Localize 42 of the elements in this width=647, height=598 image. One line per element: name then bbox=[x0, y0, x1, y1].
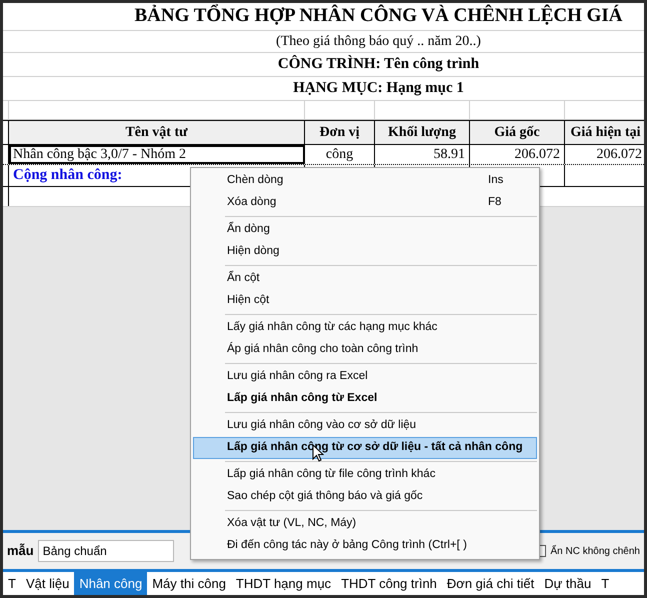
table-cell: công bbox=[305, 145, 375, 164]
column-header: Giá gốc bbox=[470, 120, 565, 144]
menu-item[interactable]: Hiện dòng bbox=[193, 241, 537, 263]
sheet-tab[interactable]: T bbox=[3, 572, 21, 595]
sheet-tab[interactable]: THDT hạng mục bbox=[230, 572, 336, 595]
column-header: Khối lượng bbox=[375, 120, 470, 144]
menu-item[interactable]: Lấp giá nhân công từ file công trình khác bbox=[193, 464, 537, 486]
sheet-tab[interactable]: Dự thầu bbox=[539, 572, 596, 595]
table-cell: 58.91 bbox=[375, 145, 470, 164]
menu-item[interactable]: Lưu giá nhân công vào cơ sở dữ liệu bbox=[193, 415, 537, 437]
table-cell: 206.072 bbox=[565, 145, 644, 164]
menu-item[interactable]: Xóa vật tư (VL, NC, Máy) bbox=[193, 513, 537, 535]
sheet-tab[interactable]: Vật liệu bbox=[20, 572, 74, 595]
menu-item[interactable]: Áp giá nhân công cho toàn công trình bbox=[193, 339, 537, 361]
sheet-subtitle: (Theo giá thông báo quý .. năm 20..) bbox=[276, 33, 481, 51]
sheet-tab[interactable]: T bbox=[596, 572, 614, 595]
menu-item[interactable]: Sao chép cột giá thông báo và giá gốc bbox=[193, 486, 537, 508]
column-header: Giá hiện tại bbox=[565, 120, 644, 144]
sheet-title: BẢNG TỔNG HỢP NHÂN CÔNG VÀ CHÊNH LỆCH GIÁ bbox=[134, 3, 623, 28]
menu-item[interactable]: Đi đến công tác này ở bảng Công trình (Ctrl+[ ) bbox=[193, 535, 537, 557]
template-label: mẫu bbox=[7, 542, 34, 560]
menu-item[interactable]: Hiện cột bbox=[193, 290, 537, 312]
sheet-tab[interactable]: THDT công trình bbox=[336, 572, 442, 595]
sheet-tab[interactable]: Nhân công bbox=[74, 572, 148, 595]
template-field[interactable]: Bảng chuẩn bbox=[38, 540, 174, 562]
menu-item[interactable]: Ẩn dòng bbox=[193, 219, 537, 241]
checkbox-label: Ẩn NC không chênh bbox=[550, 544, 640, 558]
column-header: Tên vật tư bbox=[9, 120, 305, 144]
sheet-tab[interactable]: Đơn giá chi tiết bbox=[442, 572, 540, 595]
menu-item[interactable]: Lưu giá nhân công ra Excel bbox=[193, 366, 537, 388]
total-label: Cộng nhân công: bbox=[13, 166, 122, 186]
category-name: HẠNG MỤC: Hạng mục 1 bbox=[293, 79, 464, 98]
menu-item[interactable]: Xóa dòng F8 bbox=[193, 192, 537, 214]
sheet-tab[interactable]: Máy thi công bbox=[147, 572, 231, 595]
menu-item[interactable]: Ẩn cột bbox=[193, 268, 537, 290]
menu-item[interactable]: Lấp giá nhân công từ Excel bbox=[193, 388, 537, 410]
table-cell: 206.072 bbox=[470, 145, 565, 164]
menu-item[interactable]: Lấy giá nhân công từ các hạng mục khác bbox=[193, 317, 537, 339]
menu-item[interactable]: Chèn dòng Ins bbox=[193, 170, 537, 192]
column-header: Đơn vị bbox=[305, 120, 375, 144]
project-name: CÔNG TRÌNH: Tên công trình bbox=[278, 54, 480, 74]
table-cell: Nhân công bậc 3,0/7 - Nhóm 2 bbox=[9, 145, 305, 164]
